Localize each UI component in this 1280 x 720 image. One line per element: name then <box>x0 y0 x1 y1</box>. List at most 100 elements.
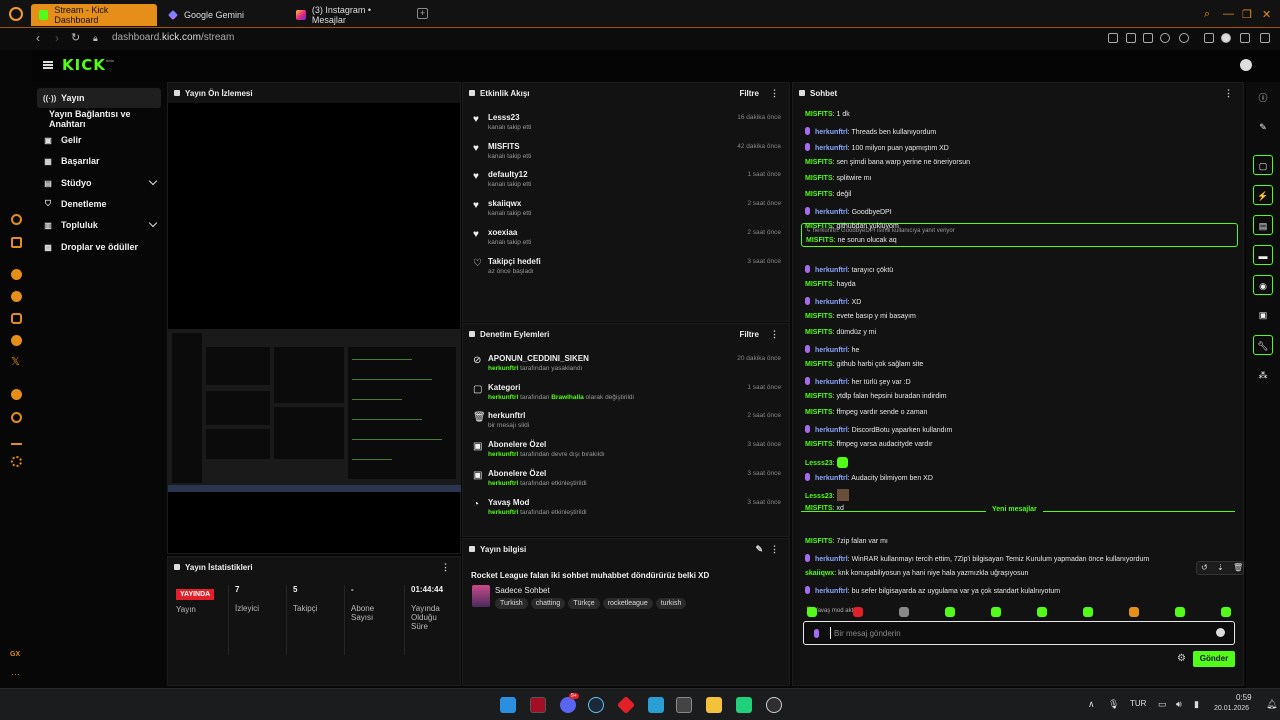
stream-preview-video[interactable] <box>168 329 461 492</box>
nav-item-basarilar[interactable]: ▦ Başarılar <box>37 151 161 171</box>
clock-date[interactable]: 20.01.2026 <box>1214 705 1249 712</box>
screenshot-icon[interactable] <box>1126 33 1136 43</box>
chat-username[interactable]: MISFITS <box>805 223 833 230</box>
activity-item[interactable]: ♥ defaulty12 kanalı takip etti 1 saat önce <box>471 170 781 198</box>
tab-google-gemini[interactable]: Google Gemini <box>160 4 286 26</box>
emote-icon[interactable] <box>1175 607 1185 617</box>
search-icon[interactable]: ⌕ <box>1204 8 1210 21</box>
notifications-icon[interactable]: 🔔︎ <box>1266 699 1277 710</box>
chat-message[interactable]: Lesss23: <box>805 457 1235 468</box>
new-tab-button[interactable]: + <box>417 8 428 19</box>
battery-icon[interactable]: ▮ <box>1194 699 1199 710</box>
play-icon[interactable] <box>1160 33 1170 43</box>
pycharm-icon[interactable] <box>736 697 752 713</box>
chat-message[interactable]: MISFITS: sen şimdi bana warp yerine ne ö… <box>805 159 1235 166</box>
reply-icon[interactable]: ↺ <box>1201 563 1208 572</box>
moderation-item[interactable]: ⊘ APONUN_CEDDINI_SIKEN herkunftrl tarafınd… <box>471 354 781 382</box>
downloads-icon[interactable] <box>11 434 22 445</box>
chat-message[interactable]: MISFITS: ffmpeg vardır sende o zaman <box>805 409 1235 416</box>
anydesk-icon[interactable] <box>616 695 636 715</box>
chat-username[interactable]: MISFITS <box>805 175 833 182</box>
emoji-icon[interactable] <box>1216 628 1225 637</box>
chat-message[interactable]: herkunftrl: Audacity bilmiyom ben XD <box>805 473 1235 482</box>
chat-username[interactable]: MISFITS <box>805 329 833 336</box>
moderation-item[interactable]: 🗑︎ herkunftrl bir mesajı sildi 2 saat önce <box>471 411 781 439</box>
chat-message[interactable]: MISFITS: 1 dk <box>805 111 1235 118</box>
chat-username[interactable]: MISFITS <box>805 409 833 416</box>
chat-input[interactable]: Bir mesaj gönderin <box>803 621 1235 645</box>
hamburger-menu-icon[interactable] <box>43 61 53 69</box>
info-icon[interactable]: ⓘ <box>1253 88 1273 108</box>
chat-message[interactable]: MISFITS: 7zip falan var mı <box>805 538 1235 545</box>
chat-message[interactable]: skaiiqwx: knk konuşabiliyosun ya hani ni… <box>805 570 1235 577</box>
tab-kick-dashboard[interactable]: Stream - Kick Dashboard <box>31 4 157 26</box>
chat-username[interactable]: MISFITS <box>805 393 833 400</box>
music-icon[interactable] <box>11 389 22 400</box>
chat-username[interactable]: MISFITS <box>805 313 833 320</box>
chat-toggle-icon[interactable]: ▬ <box>1253 245 1273 265</box>
emote-icon[interactable] <box>991 607 1001 617</box>
chat-username[interactable]: herkunftrl <box>815 475 848 482</box>
user-avatar[interactable] <box>1240 59 1252 71</box>
tag[interactable]: rocketleague <box>602 598 653 609</box>
kick-logo[interactable]: KICK <box>62 56 106 74</box>
activity-toggle-icon[interactable]: ⚡ <box>1253 185 1273 205</box>
network-icon[interactable]: ▭ <box>1158 699 1167 710</box>
pin-icon[interactable] <box>1108 33 1118 43</box>
stream-info-toggle-icon[interactable]: ▤ <box>1253 215 1273 235</box>
emote-icon[interactable] <box>1083 607 1093 617</box>
chat-username[interactable]: herkunftrl <box>815 379 848 386</box>
tag[interactable]: Türkçe <box>568 598 600 609</box>
tag[interactable]: Turkish <box>495 598 528 609</box>
chat-message[interactable]: herkunftrl: GoodbyeDPI <box>805 207 1235 216</box>
chat-message[interactable]: MISFITS: githubdan yukluyom <box>805 223 1235 230</box>
settings-icon[interactable] <box>11 456 22 467</box>
preview-toggle-icon[interactable]: ▢ <box>1253 155 1273 175</box>
activity-item[interactable]: ♡ Takipçi hedefi az önce başladı 3 saat önc… <box>471 257 781 285</box>
send-button[interactable]: Gönder <box>1193 651 1235 667</box>
chat-message[interactable]: MISFITS: değil <box>805 191 1235 198</box>
nav-item-droplar[interactable]: ▩ Droplar ve ödüller <box>37 237 161 257</box>
discord-icon[interactable] <box>560 697 576 713</box>
more-options-icon[interactable]: ⋮ <box>441 562 450 573</box>
tiktok-icon[interactable] <box>11 335 22 346</box>
opera-gx-taskbar-icon[interactable] <box>530 697 546 713</box>
nav-item-denetleme[interactable]: ⛉ Denetleme <box>37 194 161 214</box>
tag[interactable]: chatting <box>530 598 566 609</box>
chat-message[interactable]: herkunftrl: her türlü şey var :D <box>805 377 1235 386</box>
heart-icon[interactable] <box>1179 33 1189 43</box>
chat-message[interactable]: herkunftrl: XD <box>805 297 1235 306</box>
stats-toggle-icon[interactable]: ▣ <box>1253 305 1273 325</box>
chat-message[interactable]: Lesss23: <box>805 489 1235 501</box>
pin-message-icon[interactable]: ⇣ <box>1217 563 1224 572</box>
activity-item[interactable]: ♥ skaiiqwx kanalı takip etti 2 saat önce <box>471 199 781 227</box>
chat-message[interactable]: herkunftrl: tarayıcı çöktü <box>805 265 1235 274</box>
shield-icon[interactable] <box>1143 33 1153 43</box>
notepad-icon[interactable] <box>648 697 664 713</box>
moderation-toggle-icon[interactable]: 🔧︎ <box>1253 335 1273 355</box>
chat-username[interactable]: herkunftrl <box>815 129 848 136</box>
chat-username[interactable]: herkunftrl <box>815 299 848 306</box>
chat-username[interactable]: MISFITS <box>805 281 833 288</box>
chat-username[interactable]: herkunftrl <box>815 267 848 274</box>
more-icon[interactable]: ··· <box>11 669 20 679</box>
nav-item-gelir[interactable]: ▣ Gelir <box>37 130 161 150</box>
chat-username[interactable]: Lesss23 <box>805 460 833 467</box>
chat-message[interactable]: MISFITS: evete basıp y mi basayım <box>805 313 1235 320</box>
instagram-sidebar-icon[interactable] <box>11 313 22 324</box>
chat-username[interactable]: herkunftrl <box>815 556 848 563</box>
more-options-icon[interactable]: ⋮ <box>1224 88 1233 99</box>
moderation-item[interactable]: ◔ Yavaş Mod herkunftrl tarafından etkinleş… <box>471 498 781 526</box>
more-options-icon[interactable]: ⋮ <box>770 88 779 99</box>
url-field[interactable]: dashboard.kick.com/stream <box>112 32 234 43</box>
emote-icon[interactable] <box>807 607 817 617</box>
activity-item[interactable]: ♥ MISFITS kanalı takip etti 42 dakika önce <box>471 142 781 170</box>
maximize-icon[interactable]: ❐ <box>1242 8 1252 21</box>
profile-icon[interactable] <box>1221 33 1231 43</box>
chat-username[interactable]: MISFITS <box>805 191 833 198</box>
chat-message[interactable]: herkunftrl: he <box>805 345 1235 354</box>
back-icon[interactable]: ‹ <box>36 31 40 45</box>
chat-username[interactable]: herkunftrl <box>815 588 848 595</box>
emote-icon[interactable] <box>945 607 955 617</box>
emote-icon[interactable] <box>899 607 909 617</box>
